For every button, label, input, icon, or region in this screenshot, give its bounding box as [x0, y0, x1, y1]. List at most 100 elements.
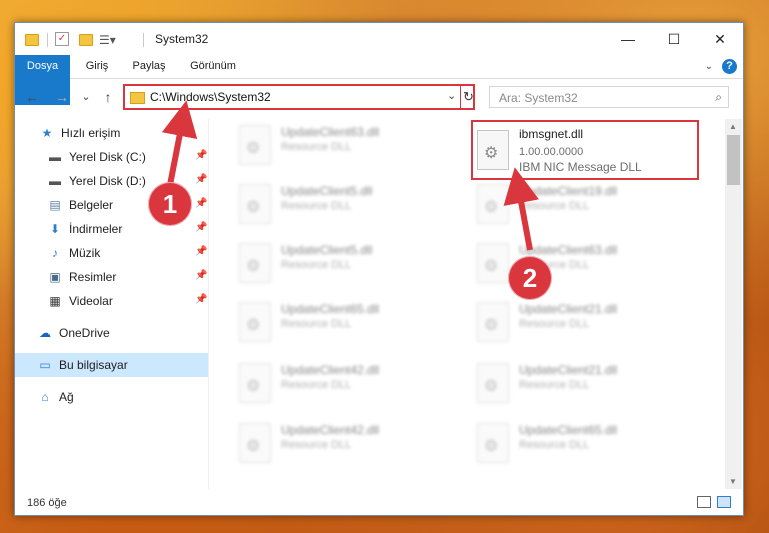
- file-description: Resource DLL: [281, 318, 352, 330]
- address-bar[interactable]: C:\Windows\System32 ⌄ ↻: [123, 84, 475, 110]
- up-button[interactable]: ↑: [99, 88, 117, 106]
- sidebar-item-label: Hızlı erişim: [61, 126, 121, 140]
- dll-file-icon: ⚙: [239, 363, 271, 403]
- sidebar-item-disk-c[interactable]: ▬ Yerel Disk (C:) 📌: [15, 145, 208, 169]
- divider: [460, 86, 461, 108]
- search-input[interactable]: Ara: System32 ⌕: [489, 86, 729, 108]
- maximize-button[interactable]: ☐: [651, 23, 697, 55]
- sidebar-item-pictures[interactable]: ▣ Resimler 📌: [15, 265, 208, 289]
- sidebar-item-quick-access[interactable]: ★ Hızlı erişim: [15, 121, 208, 145]
- refresh-button[interactable]: ↻: [463, 89, 474, 105]
- address-dropdown-icon[interactable]: ⌄: [447, 89, 456, 102]
- dll-file-icon: ⚙: [477, 363, 509, 403]
- documents-icon: ▤: [49, 198, 61, 212]
- file-version: 1.00.00.0000: [519, 146, 584, 158]
- network-icon: ⌂: [41, 390, 49, 404]
- sidebar-item-this-pc[interactable]: ▭ Bu bilgisayar: [15, 353, 208, 377]
- file-item[interactable]: ⚙ UpdateClient65.dll Resource DLL: [473, 419, 703, 469]
- sidebar-item-videos[interactable]: ▦ Videolar 📌: [15, 289, 208, 313]
- star-icon: ★: [41, 126, 53, 140]
- file-description: IBM NIC Message DLL: [519, 160, 642, 174]
- back-button[interactable]: ←: [23, 88, 41, 106]
- pin-icon[interactable]: 📌: [195, 246, 207, 257]
- sidebar-item-music[interactable]: ♪ Müzik 📌: [15, 241, 208, 265]
- item-count: 186 öğe: [27, 497, 67, 509]
- file-item[interactable]: ⚙ UpdateClient65.dll Resource DLL: [235, 298, 465, 348]
- sidebar-item-label: Belgeler: [69, 198, 114, 212]
- navigation-bar: ← → ⌄ ↑ C:\Windows\System32 ⌄ ↻ Ara: Sys…: [15, 80, 743, 114]
- properties-icon[interactable]: ✓: [55, 32, 69, 46]
- file-item[interactable]: ⚙ UpdateClient42.dll Resource DLL: [235, 359, 465, 409]
- ribbon-tabs: Dosya Giriş Paylaş Görünüm ⌄ ?: [15, 55, 743, 105]
- divider: [47, 33, 48, 47]
- sidebar-item-label: Bu bilgisayar: [59, 358, 128, 372]
- pin-icon[interactable]: 📌: [195, 270, 207, 281]
- pictures-icon: ▣: [49, 270, 61, 284]
- tab-share[interactable]: Paylaş: [127, 55, 171, 78]
- sidebar-item-network[interactable]: ⌂ Ağ: [15, 385, 208, 409]
- file-item[interactable]: ⚙ UpdateClient42.dll Resource DLL: [235, 419, 465, 469]
- sidebar-item-onedrive[interactable]: ☁ OneDrive: [15, 321, 208, 345]
- customize-toolbar-icon[interactable]: ☰▾: [99, 33, 116, 49]
- minimize-button[interactable]: —: [605, 23, 651, 55]
- selected-file-item[interactable]: ⚙ ibmsgnet.dll 1.00.00.0000 IBM NIC Mess…: [471, 120, 699, 180]
- scroll-down-icon[interactable]: ▼: [729, 477, 737, 486]
- explorer-window: ✓ ☰▾ System32 — ☐ ✕ Dosya Giriş Paylaş G…: [14, 22, 744, 516]
- sidebar-item-label: Resimler: [69, 270, 117, 284]
- folder-icon: [130, 92, 145, 104]
- pin-icon[interactable]: 📌: [195, 294, 207, 305]
- forward-button[interactable]: →: [53, 88, 71, 106]
- title-bar: ✓ ☰▾ System32 — ☐ ✕: [15, 23, 743, 55]
- recent-locations-button[interactable]: ⌄: [77, 88, 95, 106]
- file-item[interactable]: ⚙ UpdateClient5.dll Resource DLL: [235, 180, 465, 230]
- status-bar: 186 öğe: [15, 491, 743, 515]
- sidebar-item-label: Videolar: [69, 294, 113, 308]
- file-name: UpdateClient63.dll: [519, 243, 618, 257]
- new-folder-icon[interactable]: [79, 34, 93, 46]
- file-item[interactable]: ⚙ UpdateClient21.dll Resource DLL: [473, 298, 703, 348]
- drive-icon: ▬: [49, 150, 61, 164]
- large-icons-view-icon[interactable]: [717, 496, 731, 508]
- file-description: Resource DLL: [519, 439, 590, 451]
- file-name: UpdateClient5.dll: [281, 243, 373, 257]
- file-item[interactable]: ⚙ UpdateClient5.dll Resource DLL: [235, 239, 465, 289]
- search-placeholder: Ara: System32: [499, 91, 578, 105]
- file-name: UpdateClient63.dll: [281, 125, 380, 139]
- pin-icon[interactable]: 📌: [195, 198, 207, 209]
- scroll-up-icon[interactable]: ▲: [729, 122, 737, 131]
- dll-file-icon: ⚙: [477, 184, 509, 224]
- vertical-scrollbar[interactable]: ▲ ▼: [725, 119, 742, 489]
- tab-view[interactable]: Görünüm: [185, 55, 241, 78]
- file-item[interactable]: ⚙ UpdateClient63.dll Resource DLL: [235, 121, 465, 171]
- music-icon: ♪: [52, 246, 58, 260]
- pane-divider[interactable]: [208, 119, 209, 489]
- close-button[interactable]: ✕: [697, 23, 743, 55]
- help-icon[interactable]: ?: [722, 59, 737, 74]
- file-item[interactable]: ⚙ UpdateClient21.dll Resource DLL: [473, 359, 703, 409]
- dll-file-icon: ⚙: [477, 302, 509, 342]
- dll-file-icon: ⚙: [239, 423, 271, 463]
- scrollbar-thumb[interactable]: [727, 135, 740, 185]
- pin-icon[interactable]: 📌: [195, 174, 207, 185]
- sidebar-item-label: Müzik: [69, 246, 101, 260]
- dll-file-icon: ⚙: [239, 184, 271, 224]
- details-view-icon[interactable]: [697, 496, 711, 508]
- address-path[interactable]: C:\Windows\System32: [150, 90, 271, 104]
- file-item[interactable]: ⚙ UpdateClient19.dll Resource DLL: [473, 180, 703, 230]
- file-description: Resource DLL: [519, 318, 590, 330]
- file-description: Resource DLL: [281, 379, 352, 391]
- annotation-badge-2: 2: [508, 256, 552, 300]
- window-title: System32: [155, 32, 209, 46]
- file-description: Resource DLL: [281, 141, 352, 153]
- dll-file-icon: ⚙: [477, 423, 509, 463]
- cloud-icon: ☁: [39, 326, 51, 340]
- file-description: Resource DLL: [281, 200, 352, 212]
- dll-file-icon: ⚙: [239, 302, 271, 342]
- pin-icon[interactable]: 📌: [195, 150, 207, 161]
- expand-ribbon-icon[interactable]: ⌄: [705, 61, 713, 72]
- tab-home[interactable]: Giriş: [77, 55, 117, 78]
- sidebar-item-label: İndirmeler: [69, 222, 123, 236]
- file-name: UpdateClient42.dll: [281, 423, 380, 437]
- search-icon[interactable]: ⌕: [715, 90, 722, 105]
- pin-icon[interactable]: 📌: [195, 222, 207, 233]
